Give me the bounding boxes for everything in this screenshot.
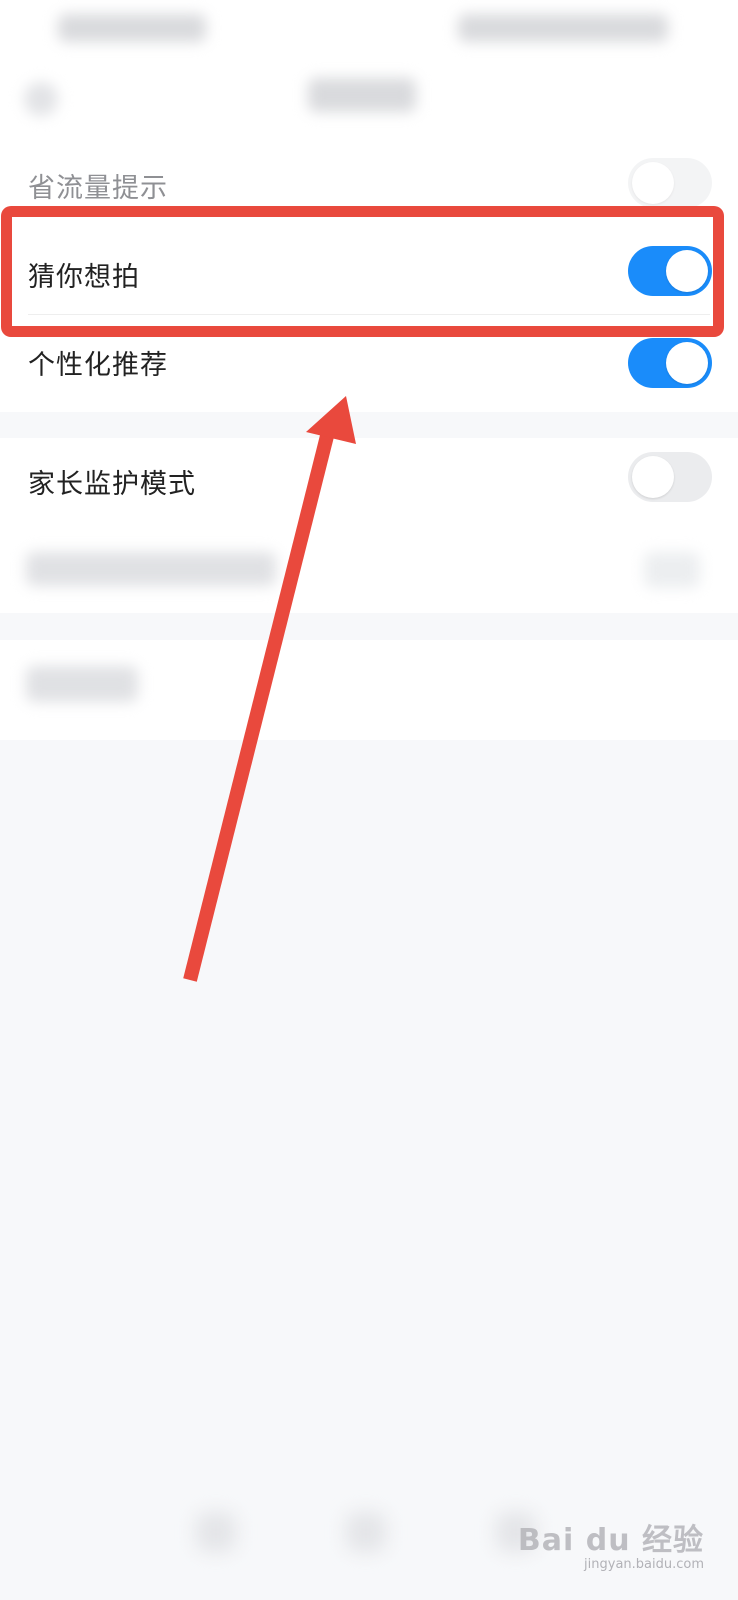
watermark-logo: Bai du 经验 bbox=[517, 1523, 704, 1558]
annotation-arrow bbox=[183, 396, 356, 982]
watermark-url: jingyan.baidu.com bbox=[584, 1557, 704, 1572]
arrow-head bbox=[306, 396, 356, 444]
arrow-shaft bbox=[183, 430, 335, 982]
baidu-jingyan-watermark: Bai du 经验 jingyan.baidu.com bbox=[518, 1515, 704, 1572]
screen: 省流量提示 猜你想拍 个性化推荐 家长监护模式 Bai du 经验 jingya… bbox=[0, 0, 738, 1600]
